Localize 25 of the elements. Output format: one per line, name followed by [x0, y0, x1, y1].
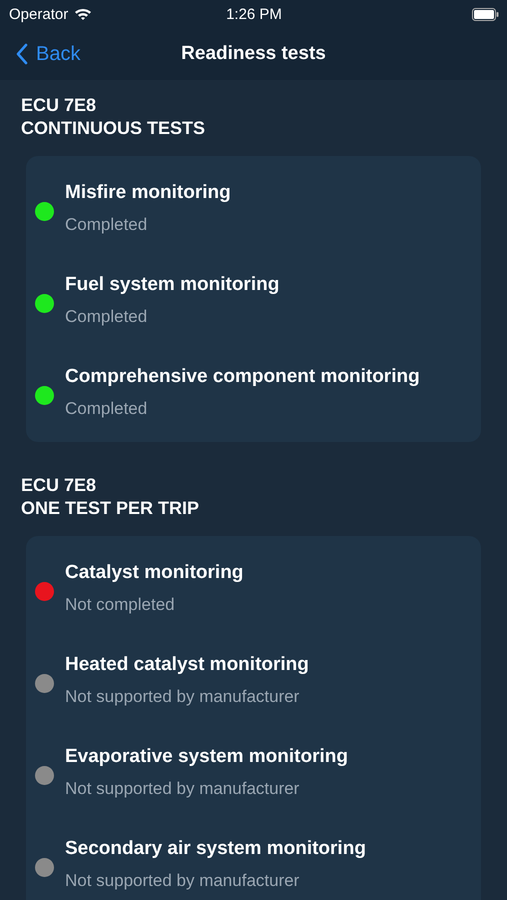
test-name: Catalyst monitoring	[65, 562, 244, 584]
test-name: Secondary air system monitoring	[65, 838, 366, 860]
section-heading: CONTINUOUS TESTS	[21, 117, 206, 140]
section-heading: ONE TEST PER TRIP	[21, 497, 200, 520]
test-status: Not supported by manufacturer	[65, 778, 300, 798]
test-status: Not completed	[65, 594, 176, 614]
test-status: Completed	[65, 398, 148, 418]
wifi-icon	[74, 7, 92, 21]
ecu-label: ECU 7E8	[21, 474, 98, 497]
back-chevron-icon	[16, 43, 28, 65]
test-status: Completed	[65, 306, 148, 326]
battery-icon	[472, 8, 499, 20]
test-name: Misfire monitoring	[65, 182, 231, 204]
carrier-name: Operator	[9, 6, 68, 22]
test-name: Comprehensive component monitoring	[65, 366, 420, 388]
test-status: Not supported by manufacturer	[65, 686, 300, 706]
back-button[interactable]: Back	[0, 42, 84, 66]
ecu-label: ECU 7E8	[21, 94, 98, 117]
test-status: Completed	[65, 214, 148, 234]
test-status: Not supported by manufacturer	[65, 870, 300, 890]
screen-title: Readiness tests	[181, 43, 326, 65]
test-name: Fuel system monitoring	[65, 274, 280, 296]
test-name: Heated catalyst monitoring	[65, 654, 309, 676]
clock-time: 1:26 PM	[226, 6, 282, 22]
test-name: Evaporative system monitoring	[65, 746, 348, 768]
